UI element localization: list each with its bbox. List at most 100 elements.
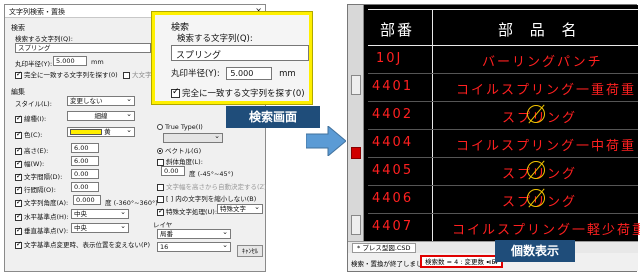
halign-checkbox[interactable] — [15, 212, 22, 221]
slant-checkbox[interactable] — [157, 158, 164, 166]
valign-select[interactable]: 中央 — [71, 222, 129, 233]
row-code: 4402 — [372, 107, 414, 122]
callout-query-input[interactable]: スプリング — [171, 45, 309, 61]
slant-input[interactable]: 0.00 — [161, 166, 185, 176]
document-tabbar: * プレス型図.CSD — [348, 241, 638, 253]
special-label: 特殊文字処理(U): — [166, 208, 218, 216]
row-name: バーリングパンチ — [482, 55, 603, 70]
line-select[interactable]: 細線 — [67, 110, 135, 121]
angle-label: 文字列角度(A): — [24, 199, 69, 207]
special-select[interactable]: 特殊文字 — [217, 203, 263, 214]
angle-option[interactable]: 文字列角度(A): — [15, 197, 68, 207]
angle-checkbox[interactable] — [15, 198, 22, 207]
line-checkbox[interactable] — [15, 114, 22, 123]
row-name: コイルスプリング一重荷重 — [456, 83, 637, 98]
table-rule — [368, 73, 638, 74]
cad-canvas[interactable]: 部番 部 品 名 10J バーリングパンチ 4401 コイルスプリング一重荷重 … — [348, 5, 640, 241]
linespace-checkbox[interactable] — [15, 185, 22, 194]
style-label: スタイル(L): — [15, 100, 52, 108]
callout-radius-input[interactable]: 5.000 — [226, 67, 273, 80]
halign-select[interactable]: 中央 — [71, 208, 129, 219]
vector-option[interactable]: ベクトル(G) — [157, 145, 201, 155]
exact-match-label: 完全に一致する文字列を探す(0) — [24, 71, 118, 79]
width-input[interactable]: 6.00 — [71, 156, 99, 166]
linespace-option[interactable]: 行間隔(O): — [15, 184, 56, 194]
row-code: 4405 — [372, 163, 414, 178]
row-code: 4406 — [372, 191, 414, 206]
search-hit-marker — [527, 105, 545, 123]
query-input[interactable]: スプリング — [15, 43, 151, 53]
truetype-radio[interactable] — [157, 124, 163, 130]
style-select[interactable]: 変更しない — [67, 95, 135, 106]
color-swatch — [70, 129, 102, 135]
keep-position-checkbox[interactable] — [15, 240, 22, 249]
valign-option[interactable]: 垂直基準点(V): — [15, 225, 68, 235]
slant-option[interactable]: 斜体角度(L): — [157, 156, 203, 166]
screenshot-stage: 文字列検索・置換 × 検索 検索する文字列(Q): スプリング 丸印半径(Y):… — [0, 0, 640, 276]
callout-exact-checkbox[interactable] — [171, 87, 180, 98]
valign-label: 垂直基準点(V): — [24, 227, 69, 235]
color-checkbox[interactable] — [15, 130, 22, 139]
linespace-label: 行間隔(O): — [24, 186, 56, 194]
cancel-button[interactable]: ｷｬﾝｾﾙ — [237, 245, 263, 257]
keep-position-option[interactable]: 文字基準点変更時、表示位置を変えない(P) — [15, 239, 150, 249]
edit-section-title: 編集 — [11, 88, 25, 96]
layer-sub-select[interactable]: 16 — [157, 241, 231, 252]
exact-match-checkbox[interactable] — [15, 70, 22, 79]
dialog-title: 文字列検索・置換 — [9, 8, 65, 16]
linespace-input[interactable]: 0.00 — [71, 182, 99, 192]
search-screen-caption: 検索画面 — [226, 106, 320, 128]
color-select[interactable]: 黄 — [67, 126, 135, 137]
special-checkbox[interactable] — [157, 207, 164, 216]
callout-radius-label: 丸印半径(Y): — [171, 69, 220, 79]
truetype-option[interactable]: True Type(I) — [157, 123, 203, 131]
row-code: 10J — [376, 51, 403, 66]
special-option[interactable]: 特殊文字処理(U): — [157, 206, 217, 216]
keep-position-label: 文字基準点変更時、表示位置を変えない(P) — [24, 241, 150, 249]
width-checkbox[interactable] — [15, 159, 22, 168]
row-name: コイルスプリング一中荷重 — [456, 139, 637, 154]
charspace-input[interactable]: 0.00 — [71, 169, 99, 179]
height-input[interactable]: 6.00 — [71, 143, 99, 153]
table-column-rule — [432, 9, 433, 241]
table-rule — [368, 213, 638, 214]
halign-label: 水平基準点(H): — [24, 213, 69, 221]
halign-option[interactable]: 水平基準点(H): — [15, 211, 69, 221]
auto-width-checkbox[interactable] — [157, 183, 164, 191]
row-code: 4404 — [372, 135, 414, 150]
callout-radius-unit: mm — [279, 69, 296, 79]
search-zoom-callout: 検索 検索する文字列(Q): スプリング 丸印半径(Y): 5.000 mm 完… — [152, 12, 312, 104]
callout-exact-label: 完全に一致する文字列を探す(0) — [182, 89, 305, 99]
slant-hint: 度 (-45°~45°) — [189, 170, 234, 178]
color-option[interactable]: 色(C): — [15, 129, 42, 139]
shrink-checkbox[interactable] — [157, 195, 164, 203]
row-code: 4401 — [372, 79, 414, 94]
height-checkbox[interactable] — [15, 146, 22, 155]
right-arrow-icon — [306, 126, 346, 156]
charspace-label: 文字間隔(D): — [24, 173, 63, 181]
charspace-checkbox[interactable] — [15, 172, 22, 181]
vector-radio[interactable] — [157, 148, 163, 154]
callout-exact-option[interactable]: 完全に一致する文字列を探す(0) — [171, 87, 305, 99]
radius-label: 丸印半径(Y): — [15, 60, 53, 68]
valign-checkbox[interactable] — [15, 226, 22, 235]
query-label: 検索する文字列(Q): — [15, 35, 73, 43]
charspace-option[interactable]: 文字間隔(D): — [15, 171, 62, 181]
count-display-caption: 個数表示 — [495, 240, 575, 262]
radius-input[interactable]: 5.000 — [53, 56, 87, 66]
vector-label: ベクトル(G) — [165, 147, 202, 155]
height-option[interactable]: 高さ(E): — [15, 145, 48, 155]
shrink-option[interactable]: [ ] 内の文字列を縮小しない(B) — [157, 193, 256, 203]
table-rule — [368, 185, 638, 186]
case-checkbox[interactable] — [123, 71, 130, 79]
table-rule — [368, 45, 638, 46]
document-tab[interactable]: * プレス型図.CSD — [352, 243, 416, 253]
width-option[interactable]: 幅(W): — [15, 158, 44, 168]
search-hit-marker — [527, 189, 545, 207]
line-option[interactable]: 線種(I): — [15, 113, 46, 123]
angle-input[interactable]: 0.000 — [73, 195, 101, 205]
layer-select[interactable]: 局番 — [157, 228, 231, 239]
auto-width-option[interactable]: 文字幅を高さから自動決定する(Z) — [157, 181, 267, 191]
truetype-font-select[interactable] — [163, 132, 223, 143]
exact-match-option[interactable]: 完全に一致する文字列を探す(0) — [15, 69, 118, 79]
